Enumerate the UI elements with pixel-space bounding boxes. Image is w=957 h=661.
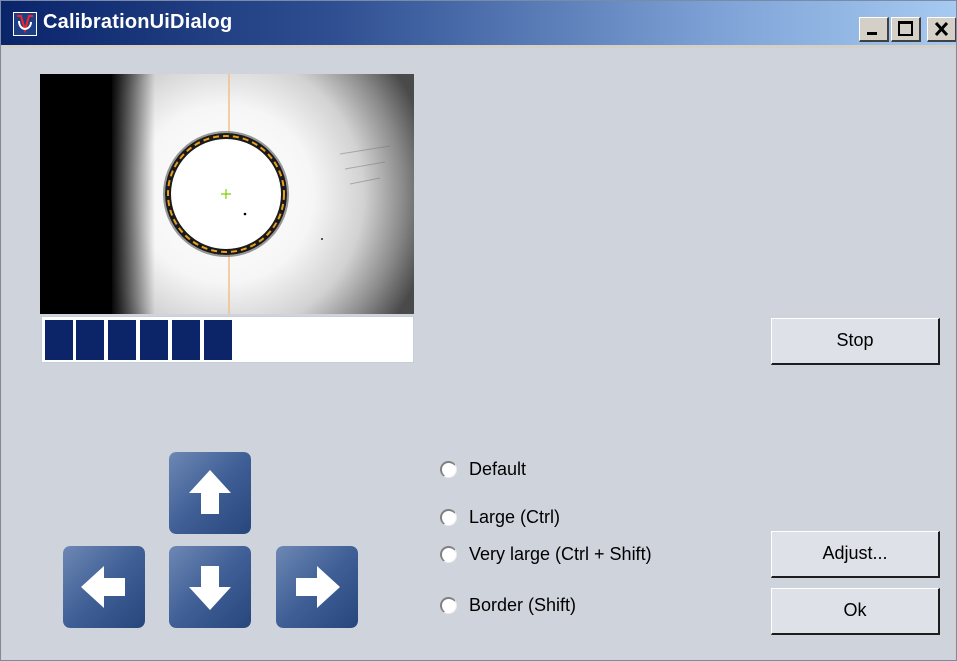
- radio-very-large[interactable]: Very large (Ctrl + Shift): [440, 540, 652, 568]
- radio-circle[interactable]: [440, 545, 457, 563]
- radio-circle[interactable]: [440, 460, 457, 478]
- radio-large[interactable]: Large (Ctrl): [440, 503, 560, 531]
- dialog-client-area: Stop Default Large (Ctrl) Very large (Ct…: [2, 48, 955, 660]
- progress-block: [140, 320, 168, 360]
- radio-label-border: Border (Shift): [469, 594, 577, 615]
- window-title: CalibrationUiDialog: [43, 11, 233, 33]
- adjust-button[interactable]: Adjust...: [771, 531, 940, 578]
- progress-block: [45, 320, 73, 360]
- move-right-button[interactable]: [276, 546, 358, 628]
- progress-block: [108, 320, 136, 360]
- move-up-button[interactable]: [169, 452, 251, 534]
- radio-default[interactable]: Default: [440, 455, 526, 483]
- radio-circle[interactable]: [440, 596, 457, 614]
- radio-label-very-large: Very large (Ctrl + Shift): [469, 543, 652, 564]
- radio-circle[interactable]: [440, 508, 457, 526]
- camera-preview: [40, 74, 414, 314]
- close-button[interactable]: [927, 17, 956, 42]
- progress-block: [204, 320, 232, 360]
- minimize-button[interactable]: [859, 17, 889, 42]
- ok-button[interactable]: Ok: [771, 588, 940, 635]
- progress-bar: [41, 316, 414, 363]
- radio-label-large: Large (Ctrl): [469, 506, 561, 527]
- maximize-button[interactable]: [891, 17, 921, 42]
- title-bar[interactable]: CalibrationUiDialog: [1, 1, 956, 45]
- progress-block: [76, 320, 104, 360]
- radio-label-default: Default: [469, 458, 527, 479]
- calibration-dialog-window: CalibrationUiDialog Stop Default Large (…: [0, 0, 957, 661]
- move-left-button[interactable]: [63, 546, 145, 628]
- stop-button[interactable]: Stop: [771, 318, 940, 365]
- radio-border[interactable]: Border (Shift): [440, 591, 576, 619]
- progress-block: [172, 320, 200, 360]
- move-down-button[interactable]: [169, 546, 251, 628]
- app-logo-icon: [13, 12, 37, 36]
